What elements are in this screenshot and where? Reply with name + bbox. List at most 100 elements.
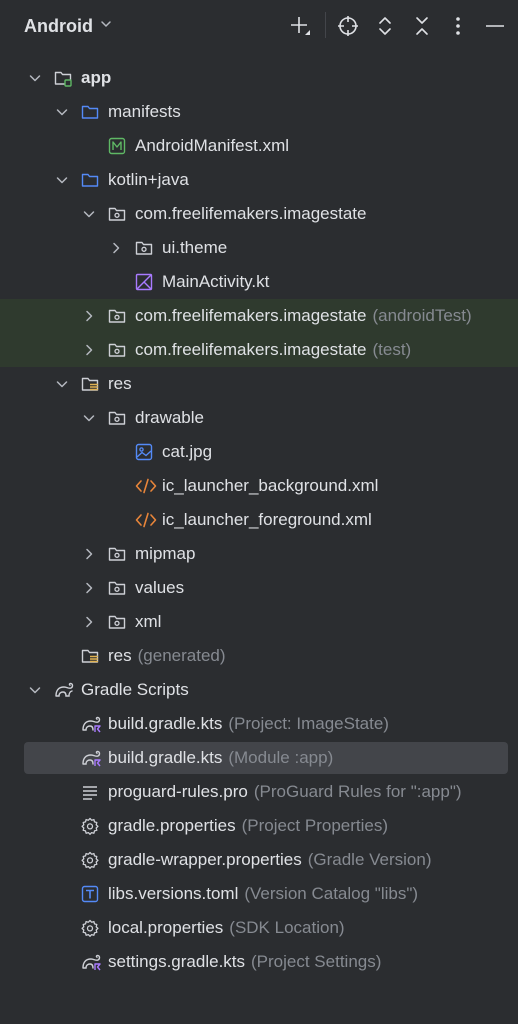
tree-node-name: ic_launcher_background.xml: [162, 476, 379, 495]
chevron-right-icon[interactable]: [81, 308, 97, 324]
toml-file-icon: [81, 885, 99, 903]
kotlin-file-icon: [135, 273, 153, 291]
tree-node-suffix: (test): [372, 340, 412, 359]
tree-node-suffix: (Project Settings): [251, 952, 382, 971]
toolbar-separator: [325, 12, 326, 38]
xml-file-icon: [135, 477, 157, 495]
collapse-all-icon[interactable]: [410, 14, 434, 38]
tree-node-label: com.freelifemakers.imagestate (test): [135, 340, 411, 360]
tree-node[interactable]: ic_launcher_foreground.xml: [0, 503, 518, 537]
module-folder-icon: [54, 69, 72, 87]
tree-node-suffix: (Gradle Version): [307, 850, 432, 869]
tree-node[interactable]: build.gradle.kts (Module :app): [0, 741, 518, 775]
tree-node-suffix: (Module :app): [228, 748, 334, 767]
tree-node-name: app: [81, 68, 112, 87]
tree-node-name: Gradle Scripts: [81, 680, 189, 699]
tree-node[interactable]: settings.gradle.kts (Project Settings): [0, 945, 518, 979]
tree-node-label: com.freelifemakers.imagestate: [135, 204, 366, 224]
tree-node-label: local.properties (SDK Location): [108, 918, 345, 938]
tree-node[interactable]: app: [0, 61, 518, 95]
tree-node-name: res: [108, 374, 132, 393]
tree-node[interactable]: cat.jpg: [0, 435, 518, 469]
resource-folder-icon: [81, 375, 99, 393]
more-options-icon[interactable]: [446, 14, 470, 38]
tree-node[interactable]: res: [0, 367, 518, 401]
tree-node-label: drawable: [135, 408, 204, 428]
tree-node-label: mipmap: [135, 544, 195, 564]
chevron-down-icon[interactable]: [54, 172, 70, 188]
tree-node-label: ic_launcher_background.xml: [162, 476, 378, 496]
package-icon: [135, 239, 153, 257]
tree-node-name: ic_launcher_foreground.xml: [162, 510, 372, 529]
text-lines-icon: [81, 783, 99, 801]
tree-node-name: gradle-wrapper.properties: [108, 850, 302, 869]
tree-node-label: ic_launcher_foreground.xml: [162, 510, 372, 530]
tree-node-suffix: (SDK Location): [229, 918, 345, 937]
gradle-kts-icon: [81, 715, 101, 733]
chevron-down-icon[interactable]: [27, 682, 43, 698]
select-opened-file-icon[interactable]: [336, 14, 360, 38]
tree-node-suffix: (Project Properties): [241, 816, 389, 835]
tree-node-label: settings.gradle.kts (Project Settings): [108, 952, 381, 972]
expand-all-icon[interactable]: [373, 14, 397, 38]
tree-node[interactable]: ic_launcher_background.xml: [0, 469, 518, 503]
tree-node-name: kotlin+java: [108, 170, 189, 189]
folder-icon: [81, 103, 99, 121]
tree-node-label: Gradle Scripts: [81, 680, 189, 700]
hide-icon[interactable]: [483, 14, 507, 38]
tree-node[interactable]: values: [0, 571, 518, 605]
tree-node[interactable]: ui.theme: [0, 231, 518, 265]
manifest-file-icon: [108, 137, 126, 155]
project-view-selector[interactable]: Android: [24, 14, 113, 38]
tree-node[interactable]: com.freelifemakers.imagestate (androidTes…: [0, 299, 518, 333]
tree-node[interactable]: res (generated): [0, 639, 518, 673]
tree-node-suffix: (ProGuard Rules for ":app"): [253, 782, 462, 801]
package-icon: [108, 409, 126, 427]
tree-node-label: values: [135, 578, 184, 598]
tree-node-name: gradle.properties: [108, 816, 236, 835]
tree-node[interactable]: build.gradle.kts (Project: ImageState): [0, 707, 518, 741]
tree-node-name: xml: [135, 612, 162, 631]
tree-node-label: proguard-rules.pro (ProGuard Rules for ":…: [108, 782, 462, 802]
gradle-icon: [54, 681, 74, 699]
tree-node-label: app: [81, 68, 111, 88]
new-file-icon[interactable]: [288, 14, 312, 38]
tree-node[interactable]: xml: [0, 605, 518, 639]
tree-node[interactable]: com.freelifemakers.imagestate (test): [0, 333, 518, 367]
image-file-icon: [135, 443, 153, 461]
view-title: Android: [24, 15, 93, 36]
chevron-down-icon[interactable]: [81, 206, 97, 222]
tree-node[interactable]: MainActivity.kt: [0, 265, 518, 299]
tree-node-label: cat.jpg: [162, 442, 212, 462]
tree-node-label: kotlin+java: [108, 170, 189, 190]
tree-node[interactable]: drawable: [0, 401, 518, 435]
tree-node[interactable]: AndroidManifest.xml: [0, 129, 518, 163]
chevron-right-icon[interactable]: [81, 342, 97, 358]
tree-node[interactable]: mipmap: [0, 537, 518, 571]
gear-icon: [81, 817, 99, 835]
tree-node[interactable]: com.freelifemakers.imagestate: [0, 197, 518, 231]
tree-node[interactable]: gradle.properties (Project Properties): [0, 809, 518, 843]
tree-node[interactable]: proguard-rules.pro (ProGuard Rules for ":…: [0, 775, 518, 809]
tree-node[interactable]: Gradle Scripts: [0, 673, 518, 707]
chevron-down-icon[interactable]: [54, 376, 70, 392]
tree-node[interactable]: kotlin+java: [0, 163, 518, 197]
tree-node-label: ui.theme: [162, 238, 227, 258]
gradle-kts-icon: [81, 953, 101, 971]
chevron-down-icon[interactable]: [81, 410, 97, 426]
chevron-right-icon[interactable]: [81, 614, 97, 630]
chevron-down-icon[interactable]: [27, 70, 43, 86]
chevron-right-icon[interactable]: [108, 240, 124, 256]
tree-node[interactable]: local.properties (SDK Location): [0, 911, 518, 945]
tree-node-label: gradle-wrapper.properties (Gradle Version…: [108, 850, 432, 870]
gear-icon: [81, 919, 99, 937]
tree-node-name: build.gradle.kts: [108, 714, 223, 733]
chevron-down-icon[interactable]: [54, 104, 70, 120]
tree-node[interactable]: manifests: [0, 95, 518, 129]
tree-node[interactable]: libs.versions.toml (Version Catalog "libs…: [0, 877, 518, 911]
chevron-right-icon[interactable]: [81, 546, 97, 562]
tree-node-suffix: (Version Catalog "libs"): [244, 884, 419, 903]
tree-node[interactable]: gradle-wrapper.properties (Gradle Version…: [0, 843, 518, 877]
tree-node-label: com.freelifemakers.imagestate (androidTes…: [135, 306, 472, 326]
chevron-right-icon[interactable]: [81, 580, 97, 596]
